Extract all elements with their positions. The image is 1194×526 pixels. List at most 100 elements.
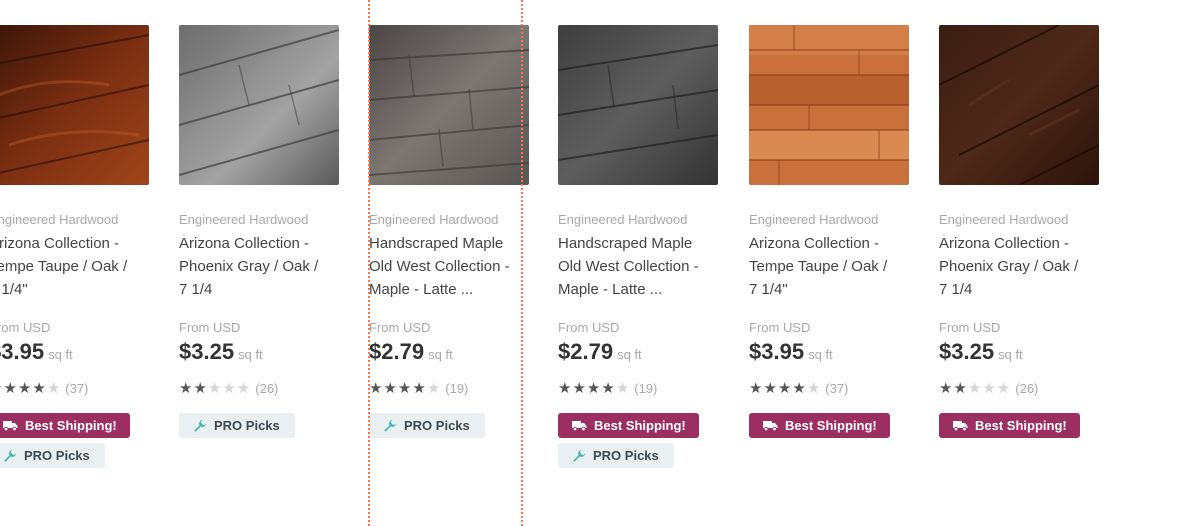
pro-picks-badge: PRO Picks [558,443,674,468]
star-empty-icon: ★ [982,380,997,397]
pro-picks-badge: PRO Picks [179,413,295,438]
best-shipping-badge: Best Shipping! [0,413,130,438]
star-empty-icon: ★ [207,380,223,397]
product-title[interactable]: Arizona Collection - Phoenix Gray / Oak … [939,232,1099,301]
product-price: $3.95 [749,339,805,364]
review-count[interactable]: (19) [445,381,468,396]
star-empty-icon: ★ [222,380,237,397]
product-image[interactable] [939,25,1099,185]
wrench-icon [194,419,206,432]
price-unit: sq ft [998,347,1023,362]
star-empty-icon: ★ [236,380,252,397]
star-icon: ★ [369,380,384,397]
star-icon: ★ [953,380,968,397]
star-icon: ★ [792,380,807,397]
best-shipping-badge: Best Shipping! [558,413,699,438]
star-rating: ★★★★★ (19) [558,379,657,397]
wrench-icon [384,419,396,432]
price-prefix: From USD [179,320,241,335]
star-empty-icon: ★ [806,380,822,397]
product-price: $2.79 [369,339,425,364]
wrench-icon [4,449,16,462]
pro-picks-badge: PRO Picks [0,443,105,468]
truck-icon [763,421,778,431]
product-price: $3.25 [939,339,995,364]
product-category: Engineered Hardwood [749,212,879,227]
product-card[interactable]: Engineered Hardwood Handscraped Maple Ol… [558,25,728,468]
price-unit: sq ft [48,347,73,362]
star-icon: ★ [763,380,778,397]
star-icon: ★ [383,380,398,397]
best-shipping-badge: Best Shipping! [939,413,1080,438]
product-title[interactable]: Handscraped Maple Old West Collection - … [369,232,529,301]
star-icon: ★ [412,380,427,397]
star-icon: ★ [749,380,764,397]
product-category: Engineered Hardwood [0,212,119,227]
price-prefix: From USD [0,320,51,335]
product-category: Engineered Hardwood [558,212,688,227]
star-icon: ★ [32,380,47,397]
truck-icon [3,421,18,431]
review-count[interactable]: (37) [825,381,848,396]
product-image[interactable] [369,25,529,185]
price-prefix: From USD [369,320,431,335]
product-title[interactable]: Handscraped Maple Old West Collection - … [558,232,718,301]
guide-line-left [368,0,370,526]
price-prefix: From USD [939,320,1001,335]
star-empty-icon: ★ [426,380,442,397]
product-title[interactable]: Arizona Collection - Phoenix Gray / Oak … [179,232,339,301]
star-rating: ★★★★★ (26) [939,379,1038,397]
product-card[interactable]: Engineered Hardwood Arizona Collection -… [0,25,159,468]
review-count[interactable]: (19) [634,381,657,396]
product-image[interactable] [179,25,339,185]
review-count[interactable]: (37) [65,381,88,396]
product-title[interactable]: Arizona Collection - Tempe Taupe / Oak /… [749,232,909,301]
star-icon: ★ [572,380,587,397]
star-rating: ★★★★★(37) [0,379,88,397]
price-prefix: From USD [558,320,620,335]
star-empty-icon: ★ [967,380,983,397]
truck-icon [572,421,587,431]
star-icon: ★ [601,380,616,397]
wrench-icon [573,449,585,462]
truck-icon [953,421,968,431]
product-card[interactable]: Engineered Hardwood Arizona Collection -… [749,25,919,438]
price-prefix: From USD [749,320,811,335]
star-rating: ★★★★★ (26) [179,379,278,397]
product-card[interactable]: Engineered Hardwood Handscraped Maple Ol… [369,25,539,438]
star-empty-icon: ★ [46,380,62,397]
star-icon: ★ [179,380,194,397]
product-price: $3.25 [179,339,235,364]
product-carousel: Engineered Hardwood Arizona Collection -… [0,0,1194,526]
price-unit: sq ft [238,347,263,362]
star-icon: ★ [397,380,413,397]
guide-line-right [521,0,523,526]
star-empty-icon: ★ [996,380,1012,397]
product-image[interactable] [0,25,149,185]
star-rating: ★★★★★ (19) [369,379,468,397]
price-unit: sq ft [808,347,833,362]
best-shipping-badge: Best Shipping! [749,413,890,438]
product-title[interactable]: Arizona Collection - Tempe Taupe / Oak /… [0,232,149,301]
product-category: Engineered Hardwood [939,212,1069,227]
review-count[interactable]: (26) [1015,381,1038,396]
star-icon: ★ [777,380,793,397]
price-unit: sq ft [428,347,453,362]
product-image[interactable] [558,25,718,185]
star-icon: ★ [558,380,573,397]
star-icon: ★ [3,380,18,397]
star-rating: ★★★★★(37) [749,379,848,397]
pro-picks-badge: PRO Picks [369,413,485,438]
product-image[interactable] [749,25,909,185]
star-icon: ★ [586,380,602,397]
star-icon: ★ [939,380,954,397]
product-category: Engineered Hardwood [179,212,309,227]
star-empty-icon: ★ [615,380,631,397]
product-price: $2.79 [558,339,614,364]
star-icon: ★ [193,380,208,397]
star-icon: ★ [17,380,33,397]
price-unit: sq ft [617,347,642,362]
review-count[interactable]: (26) [255,381,278,396]
product-card[interactable]: Engineered Hardwood Arizona Collection -… [179,25,349,438]
product-card[interactable]: Engineered Hardwood Arizona Collection -… [939,25,1109,438]
